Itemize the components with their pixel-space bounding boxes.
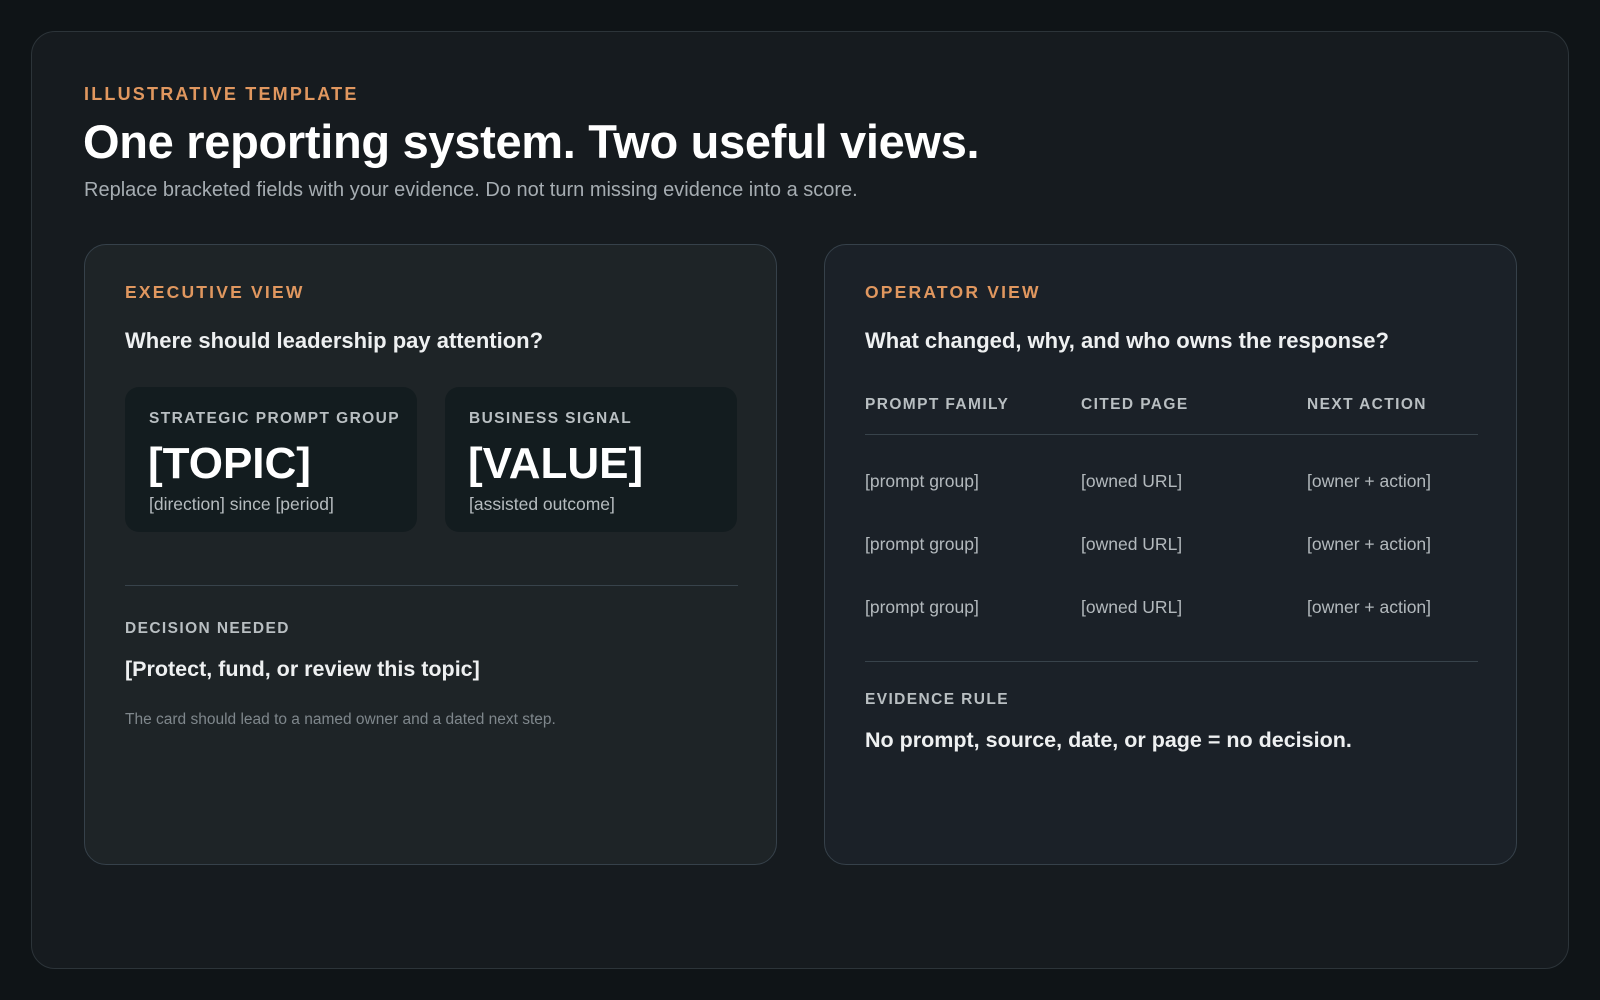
table-footer-divider — [865, 661, 1478, 662]
executive-view-panel: EXECUTIVE VIEW Where should leadership p… — [84, 244, 777, 865]
template-card: ILLUSTRATIVE TEMPLATE One reporting syst… — [31, 31, 1569, 969]
executive-view-label: EXECUTIVE VIEW — [125, 282, 305, 302]
table-cell-prompt-group: [prompt group] — [865, 597, 979, 617]
metric-card-business-signal: BUSINESS SIGNAL [VALUE] [assisted outcom… — [445, 387, 737, 532]
decision-needed-label: DECISION NEEDED — [125, 620, 290, 637]
metric-note: [assisted outcome] — [469, 494, 615, 514]
decision-note: The card should lead to a named owner an… — [125, 711, 556, 728]
section-divider — [125, 585, 738, 586]
column-header-prompt-family: PROMPT FAMILY — [865, 396, 1010, 413]
metric-note: [direction] since [period] — [149, 494, 334, 514]
metric-card-strategic-prompt-group: STRATEGIC PROMPT GROUP [TOPIC] [directio… — [125, 387, 417, 532]
operator-view-panel: OPERATOR VIEW What changed, why, and who… — [824, 244, 1517, 865]
evidence-rule-label: EVIDENCE RULE — [865, 691, 1009, 708]
metric-label: BUSINESS SIGNAL — [469, 410, 633, 427]
table-cell-prompt-group: [prompt group] — [865, 534, 979, 554]
metric-value: [TOPIC] — [148, 439, 311, 488]
page-subtitle: Replace bracketed fields with your evide… — [84, 179, 858, 201]
metric-label: STRATEGIC PROMPT GROUP — [149, 410, 400, 427]
table-cell-next-action: [owner + action] — [1307, 471, 1432, 491]
table-cell-next-action: [owner + action] — [1307, 597, 1432, 617]
table-header-divider — [865, 434, 1478, 435]
operator-question: What changed, why, and who owns the resp… — [865, 328, 1389, 353]
table-cell-owned-url: [owned URL] — [1081, 534, 1183, 554]
table-cell-prompt-group: [prompt group] — [865, 471, 979, 491]
eyebrow-label: ILLUSTRATIVE TEMPLATE — [84, 84, 359, 104]
operator-view-label: OPERATOR VIEW — [865, 282, 1041, 302]
column-header-cited-page: CITED PAGE — [1081, 396, 1189, 413]
executive-question: Where should leadership pay attention? — [125, 328, 544, 353]
evidence-rule-text: No prompt, source, date, or page = no de… — [865, 728, 1352, 752]
table-cell-next-action: [owner + action] — [1307, 534, 1432, 554]
column-header-next-action: NEXT ACTION — [1307, 396, 1427, 413]
page-title: One reporting system. Two useful views. — [83, 115, 980, 168]
table-cell-owned-url: [owned URL] — [1081, 471, 1183, 491]
table-cell-owned-url: [owned URL] — [1081, 597, 1183, 617]
decision-text: [Protect, fund, or review this topic] — [125, 657, 480, 681]
metric-value: [VALUE] — [468, 439, 644, 488]
